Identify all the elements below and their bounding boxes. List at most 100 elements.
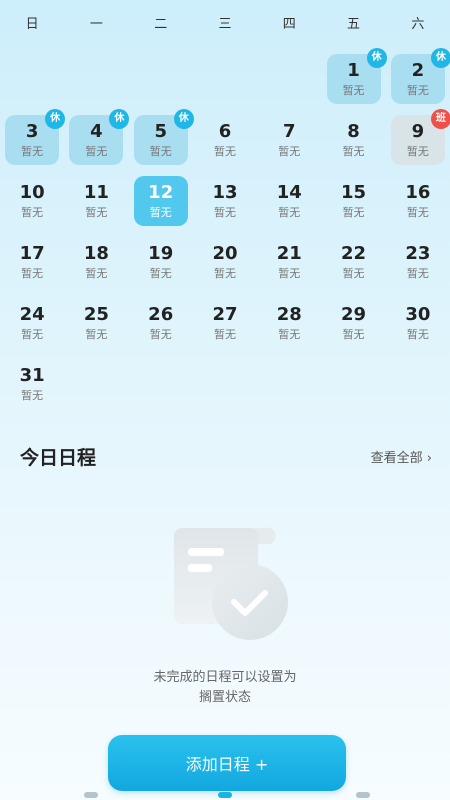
day-cell-box[interactable]: 16 暂无	[391, 176, 445, 226]
day-status: 暂无	[406, 145, 429, 158]
calendar-day[interactable]: 14 暂无	[257, 166, 321, 227]
calendar-day[interactable]: 20 暂无	[193, 227, 257, 288]
day-number: 3	[25, 121, 39, 142]
weekday-sat: 六	[411, 17, 425, 32]
calendar-day[interactable]: 26 暂无	[129, 288, 193, 349]
calendar-empty-cell	[129, 44, 193, 105]
day-cell-box[interactable]: 11 暂无	[69, 176, 123, 226]
calendar-day[interactable]: 11 暂无	[64, 166, 128, 227]
day-status: 暂无	[149, 145, 172, 158]
day-status: 暂无	[278, 145, 301, 158]
day-cell-box[interactable]: 4 暂无 休	[69, 109, 130, 165]
tab-calendar[interactable]	[218, 792, 232, 798]
day-cell-box[interactable]: 14 暂无	[262, 176, 316, 226]
day-cell-box[interactable]: 17 暂无	[5, 237, 59, 287]
calendar-day[interactable]: 12 暂无	[129, 166, 193, 227]
day-status: 暂无	[213, 267, 236, 280]
calendar-day[interactable]: 16 暂无	[386, 166, 450, 227]
weekday-fri: 五	[347, 17, 361, 32]
calendar-day[interactable]: 28 暂无	[257, 288, 321, 349]
day-number: 13	[212, 182, 238, 203]
calendar-day[interactable]: 6 暂无	[193, 105, 257, 166]
calendar-day[interactable]: 3 暂无 休	[0, 105, 66, 166]
day-cell-box[interactable]: 13 暂无	[198, 176, 252, 226]
calendar-day[interactable]: 1 暂无 休	[321, 44, 387, 105]
calendar-day[interactable]: 4 暂无 休	[64, 105, 130, 166]
view-all-link[interactable]: 查看全部 ›	[371, 447, 432, 466]
holiday-badge: 休	[430, 48, 450, 68]
day-status: 暂无	[406, 206, 429, 219]
day-cell-box[interactable]: 8 暂无	[327, 115, 381, 165]
day-cell-box[interactable]: 28 暂无	[262, 298, 316, 348]
schedule-header: 今日日程 查看全部 ›	[20, 440, 432, 472]
day-cell-box[interactable]: 10 暂无	[5, 176, 59, 226]
day-cell-box[interactable]: 2 暂无 休	[390, 48, 450, 104]
day-status: 暂无	[149, 328, 172, 341]
calendar-day[interactable]: 23 暂无	[386, 227, 450, 288]
calendar-empty-cell	[0, 44, 64, 105]
tab-profile[interactable]	[356, 792, 370, 798]
day-cell-box[interactable]: 3 暂无 休	[5, 109, 66, 165]
calendar-day[interactable]: 29 暂无	[321, 288, 385, 349]
calendar-day[interactable]: 30 暂无	[386, 288, 450, 349]
day-status: 暂无	[406, 84, 429, 97]
day-cell-box[interactable]: 5 暂无 休	[133, 109, 194, 165]
calendar-day[interactable]: 10 暂无	[0, 166, 64, 227]
day-number: 9	[411, 121, 425, 142]
calendar-day[interactable]: 24 暂无	[0, 288, 64, 349]
calendar-day[interactable]: 9 暂无 班	[386, 105, 450, 166]
day-cell-box[interactable]: 15 暂无	[327, 176, 381, 226]
day-cell-box[interactable]: 20 暂无	[198, 237, 252, 287]
day-number: 7	[283, 121, 296, 142]
day-cell-box[interactable]: 1 暂无 休	[326, 48, 387, 104]
day-cell-box[interactable]: 7 暂无	[262, 115, 316, 165]
add-schedule-button[interactable]: 添加日程 +	[108, 735, 346, 791]
calendar-day[interactable]: 2 暂无 休	[386, 44, 450, 105]
day-cell-box[interactable]: 31 暂无	[5, 359, 59, 409]
calendar-day[interactable]: 17 暂无	[0, 227, 64, 288]
day-number: 25	[83, 304, 109, 325]
day-status: 暂无	[342, 145, 365, 158]
calendar-day[interactable]: 19 暂无	[129, 227, 193, 288]
calendar-day[interactable]: 25 暂无	[64, 288, 128, 349]
empty-hint: 未完成的日程可以设置为 搁置状态	[0, 668, 450, 708]
calendar-day[interactable]: 22 暂无	[321, 227, 385, 288]
holiday-badge: 休	[366, 48, 387, 68]
calendar-day[interactable]: 21 暂无	[257, 227, 321, 288]
day-cell-box[interactable]: 24 暂无	[5, 298, 59, 348]
day-cell-box[interactable]: 30 暂无	[391, 298, 445, 348]
day-status: 暂无	[213, 145, 236, 158]
calendar-day[interactable]: 31 暂无	[0, 349, 64, 410]
day-cell-box[interactable]: 19 暂无	[134, 237, 188, 287]
day-cell-box[interactable]: 29 暂无	[327, 298, 381, 348]
day-number: 11	[83, 182, 109, 203]
day-cell-box[interactable]: 22 暂无	[327, 237, 381, 287]
day-status: 暂无	[278, 206, 301, 219]
day-cell-box[interactable]: 23 暂无	[391, 237, 445, 287]
day-cell-box[interactable]: 25 暂无	[69, 298, 123, 348]
calendar-day[interactable]: 13 暂无	[193, 166, 257, 227]
day-number: 26	[148, 304, 174, 325]
day-cell-box[interactable]: 9 暂无 班	[390, 109, 450, 165]
tab-home[interactable]	[84, 792, 98, 798]
day-cell-box[interactable]: 27 暂无	[198, 298, 252, 348]
day-number: 31	[19, 365, 45, 386]
calendar-day[interactable]: 5 暂无 休	[129, 105, 194, 166]
day-number: 14	[276, 182, 302, 203]
day-status: 暂无	[278, 267, 301, 280]
day-cell-box[interactable]: 12 暂无	[133, 176, 188, 226]
day-cell-box[interactable]: 18 暂无	[69, 237, 123, 287]
calendar-day[interactable]: 7 暂无	[257, 105, 321, 166]
calendar-day[interactable]: 8 暂无	[321, 105, 385, 166]
day-status: 暂无	[342, 206, 365, 219]
day-status: 暂无	[342, 84, 365, 97]
calendar-day[interactable]: 15 暂无	[321, 166, 385, 227]
calendar-day[interactable]: 18 暂无	[64, 227, 128, 288]
day-number: 5	[154, 121, 167, 142]
empty-hint-line1: 未完成的日程可以设置为	[153, 670, 297, 685]
day-number: 16	[405, 182, 431, 203]
day-cell-box[interactable]: 21 暂无	[262, 237, 316, 287]
day-cell-box[interactable]: 26 暂无	[134, 298, 188, 348]
calendar-day[interactable]: 27 暂无	[193, 288, 257, 349]
day-cell-box[interactable]: 6 暂无	[198, 115, 252, 165]
